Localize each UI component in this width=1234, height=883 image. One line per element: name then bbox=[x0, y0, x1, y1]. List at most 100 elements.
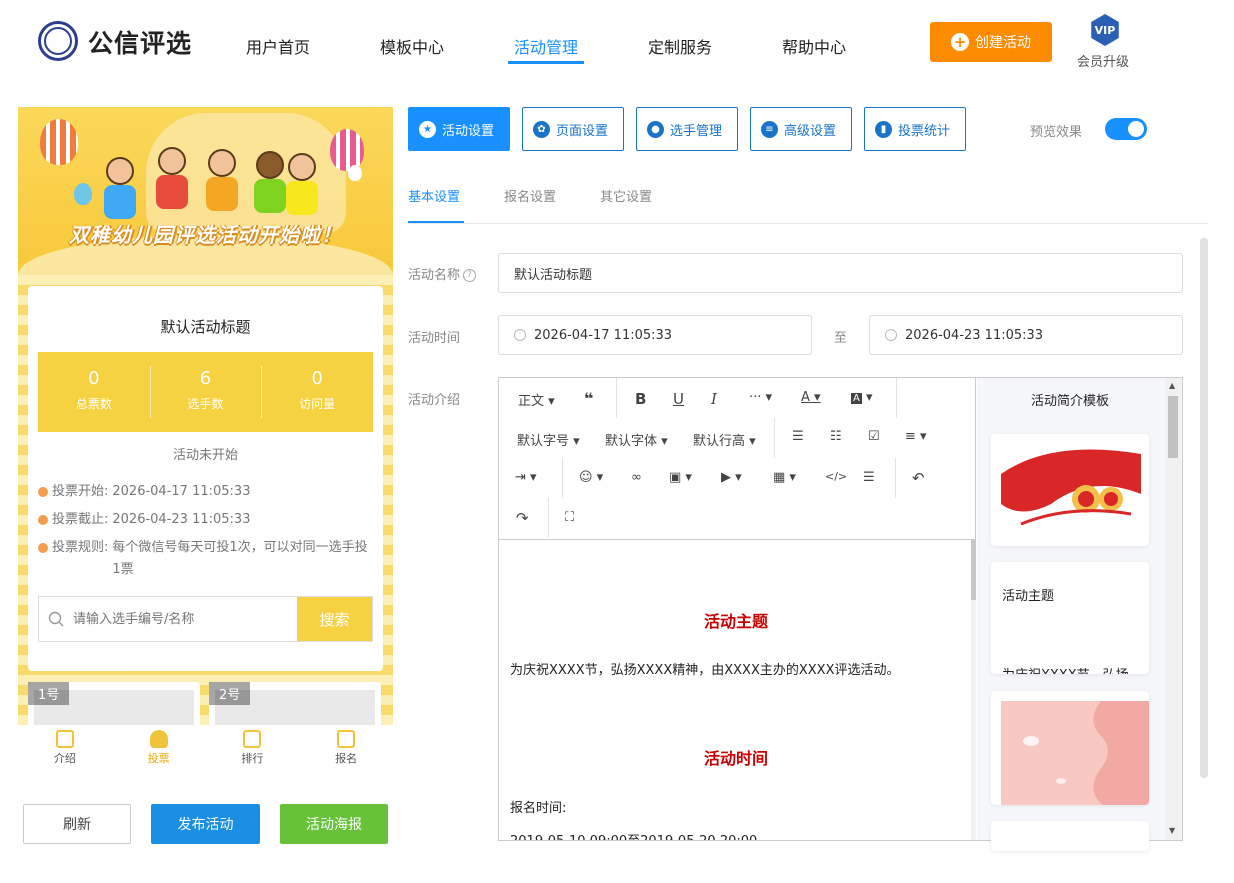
italic-icon[interactable]: I bbox=[711, 390, 717, 408]
mobile-preview: 双稚幼儿园评选活动开始啦！ 默认活动标题 0 总票数 6 选手数 0 访问量 活… bbox=[18, 107, 393, 762]
tab-label: 投票统计 bbox=[898, 123, 951, 139]
search-button[interactable]: 搜索 bbox=[297, 597, 372, 641]
balloon-icon bbox=[74, 183, 92, 205]
tab-activity-settings[interactable]: ★ 活动设置 bbox=[408, 107, 510, 151]
bullet-list-icon[interactable]: ☰ bbox=[792, 429, 804, 444]
font-color-icon[interactable]: A ▾ bbox=[801, 390, 821, 405]
input-value: 2026-04-23 11:05:33 bbox=[905, 327, 1044, 343]
vip-icon[interactable]: VIP bbox=[1091, 14, 1119, 46]
editor-content[interactable]: 活动主题 为庆祝XXXX节，弘扬XXXX精神，由XXXX主办的XXXX评选活动。… bbox=[499, 540, 973, 840]
nav-help[interactable]: 帮助中心 bbox=[782, 34, 846, 58]
search-input[interactable] bbox=[73, 597, 297, 641]
tab-signup[interactable]: 报名 bbox=[299, 725, 393, 775]
editor-toolbar: 正文 ▾ ❝ B U I ··· ▾ A ▾ A ▾ 默认字号 ▾ 默认字体 ▾… bbox=[499, 378, 976, 540]
tab-label: 页面设置 bbox=[556, 123, 609, 139]
redo-icon[interactable]: ↷ bbox=[516, 509, 529, 527]
refresh-button[interactable]: 刷新 bbox=[23, 804, 131, 844]
mobile-tabbar: 介绍 投票 排行 报名 bbox=[18, 725, 393, 775]
template-card[interactable] bbox=[991, 691, 1149, 805]
logo-icon[interactable] bbox=[38, 21, 78, 61]
logo-text[interactable]: 公信评选 bbox=[88, 24, 192, 60]
vip-upgrade-link[interactable]: 会员升级 bbox=[1077, 51, 1129, 70]
todo-list-icon[interactable]: ☑ bbox=[868, 429, 880, 444]
scroll-down-icon[interactable]: ▼ bbox=[1169, 826, 1175, 835]
editor-scrollbar[interactable] bbox=[971, 540, 976, 840]
subtab-basic-settings[interactable]: 基本设置 bbox=[408, 186, 460, 205]
gear-icon: ✿ bbox=[533, 120, 550, 138]
toolbar-separator bbox=[895, 458, 896, 498]
more-format-icon[interactable]: ··· ▾ bbox=[749, 390, 772, 405]
line-height-dropdown[interactable]: 默认行高 ▾ bbox=[693, 430, 756, 449]
stat-players: 6 选手数 bbox=[149, 352, 262, 432]
nav-activity-management[interactable]: 活动管理 bbox=[514, 34, 578, 58]
plus-icon: + bbox=[951, 33, 969, 51]
scroll-up-icon[interactable]: ▲ bbox=[1169, 381, 1175, 390]
tab-player-management[interactable]: ● 选手管理 bbox=[636, 107, 738, 151]
table-icon[interactable]: ▦ ▾ bbox=[773, 470, 796, 485]
font-family-label: 默认字体 bbox=[605, 434, 658, 449]
cloud-icon bbox=[348, 165, 362, 181]
stat-total-votes: 0 总票数 bbox=[38, 352, 150, 432]
template-scrollbar[interactable]: ▲ ▼ bbox=[1165, 378, 1181, 840]
align-icon[interactable]: ≡ ▾ bbox=[905, 429, 927, 444]
nav-templates[interactable]: 模板中心 bbox=[380, 34, 444, 58]
page-scrollbar[interactable] bbox=[1200, 238, 1208, 778]
toolbar-separator bbox=[896, 378, 897, 418]
info-label: 投票开始: bbox=[52, 484, 109, 499]
clock-icon bbox=[38, 487, 48, 497]
divider-icon[interactable]: ☰ bbox=[863, 470, 875, 485]
stat-value: 6 bbox=[199, 368, 212, 389]
content-paragraph: 为庆祝XXXX节，弘扬XXXX精神，由XXXX主办的XXXX评选活动。 bbox=[510, 663, 900, 678]
scroll-thumb[interactable] bbox=[1168, 396, 1178, 458]
stat-visits: 0 访问量 bbox=[261, 352, 373, 432]
template-panel-title: 活动简介模板 bbox=[1030, 394, 1109, 409]
tab-intro[interactable]: 介绍 bbox=[18, 725, 112, 775]
font-family-dropdown[interactable]: 默认字体 ▾ bbox=[605, 430, 668, 449]
underline-icon[interactable]: U bbox=[673, 390, 684, 408]
quote-icon[interactable]: ❝ bbox=[584, 389, 593, 408]
tab-vote-statistics[interactable]: ▮ 投票统计 bbox=[864, 107, 966, 151]
bold-icon[interactable]: B bbox=[635, 390, 646, 408]
tab-advanced-settings[interactable]: ≡ 高级设置 bbox=[750, 107, 852, 151]
indent-icon[interactable]: ⇥ ▾ bbox=[515, 470, 537, 485]
activity-name-input[interactable]: 默认活动标题 bbox=[498, 253, 1183, 293]
tab-page-settings[interactable]: ✿ 页面设置 bbox=[522, 107, 624, 151]
activity-poster-button[interactable]: 活动海报 bbox=[280, 804, 388, 844]
font-size-dropdown[interactable]: 默认字号 ▾ bbox=[517, 430, 580, 449]
image-icon[interactable]: ▣ ▾ bbox=[669, 470, 692, 485]
to-separator: 至 bbox=[834, 331, 848, 346]
emoji-icon[interactable]: ☺ ▾ bbox=[579, 470, 603, 485]
template-card-title: 活动主题 bbox=[1002, 589, 1055, 604]
search-icon bbox=[39, 597, 73, 641]
tab-rank[interactable]: 排行 bbox=[206, 725, 300, 775]
background-color-icon[interactable]: A ▾ bbox=[851, 390, 873, 405]
kid-figure bbox=[208, 149, 236, 177]
numbered-list-icon[interactable]: ☷ bbox=[830, 429, 842, 444]
paragraph-dropdown[interactable]: 正文 ▾ bbox=[518, 390, 555, 409]
nav-home[interactable]: 用户首页 bbox=[246, 34, 310, 58]
undo-icon[interactable]: ↶ bbox=[912, 469, 925, 487]
nav-custom-service[interactable]: 定制服务 bbox=[648, 34, 712, 58]
template-card[interactable]: 活动主题 为庆祝XXXX节，弘扬 bbox=[991, 562, 1149, 674]
template-card[interactable] bbox=[991, 434, 1149, 546]
publish-activity-button[interactable]: 发布活动 bbox=[151, 804, 260, 844]
fullscreen-icon[interactable]: ⛶ bbox=[565, 510, 574, 525]
template-card[interactable] bbox=[991, 821, 1149, 851]
end-time-input[interactable]: 2026-04-23 11:05:33 bbox=[869, 315, 1183, 355]
create-activity-button[interactable]: + 创建活动 bbox=[930, 22, 1052, 62]
start-time-input[interactable]: 2026-04-17 11:05:33 bbox=[498, 315, 812, 355]
info-label: 投票截止: bbox=[52, 512, 109, 527]
subtab-other-settings[interactable]: 其它设置 bbox=[600, 186, 652, 205]
link-icon[interactable]: ∞ bbox=[631, 470, 642, 485]
video-icon[interactable]: ▶ ▾ bbox=[721, 470, 742, 485]
input-value: 默认活动标题 bbox=[514, 267, 593, 283]
tab-label: 选手管理 bbox=[670, 123, 723, 139]
preview-effect-toggle[interactable] bbox=[1105, 118, 1147, 140]
tab-vote[interactable]: 投票 bbox=[112, 725, 206, 775]
info-label: 投票规则: bbox=[52, 540, 109, 555]
line-height-label: 默认行高 bbox=[693, 434, 746, 449]
code-icon[interactable]: </> bbox=[825, 470, 847, 483]
help-icon[interactable]: ? bbox=[463, 269, 477, 282]
stats-panel: 0 总票数 6 选手数 0 访问量 bbox=[38, 352, 373, 432]
subtab-signup-settings[interactable]: 报名设置 bbox=[504, 186, 556, 205]
